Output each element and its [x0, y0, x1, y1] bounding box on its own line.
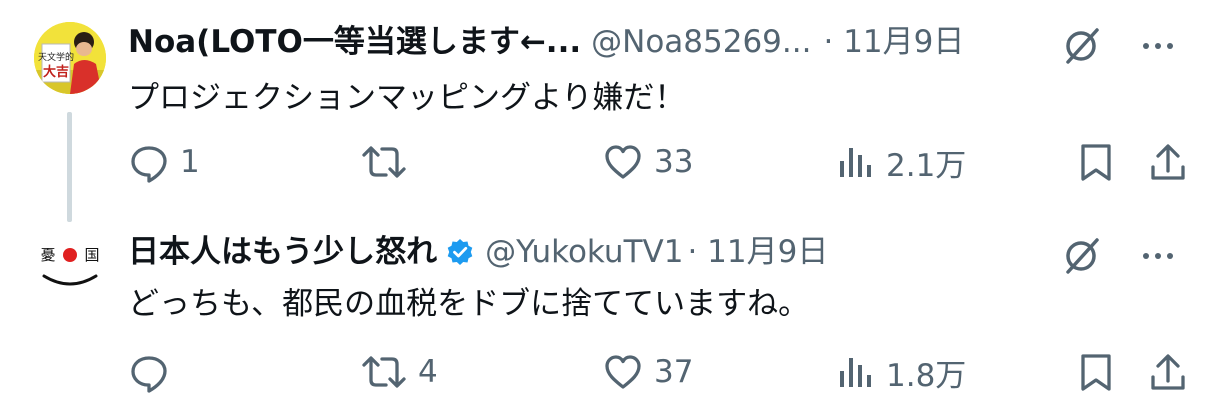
share-button[interactable]	[1148, 140, 1188, 184]
avatar[interactable]: 憂 国	[34, 230, 106, 302]
share-icon	[1151, 144, 1185, 180]
views-count: 2.1万	[886, 147, 967, 184]
grok-icon[interactable]	[1060, 24, 1104, 72]
avatar-image: 天文学的 大吉	[34, 22, 106, 94]
user-handle[interactable]: @YukokuTV1	[485, 232, 683, 272]
more-icon[interactable]	[1140, 28, 1176, 68]
more-icon[interactable]	[1140, 238, 1176, 278]
thread-line	[67, 112, 72, 222]
bookmark-button[interactable]	[1076, 350, 1116, 394]
like-button[interactable]: 37	[602, 350, 693, 394]
user-handle[interactable]: @Noa85269...	[591, 22, 811, 62]
avatar[interactable]: 天文学的 大吉	[34, 22, 106, 94]
like-icon	[605, 355, 641, 389]
retweet-button[interactable]	[360, 140, 418, 184]
tweet-text: プロジェクションマッピングより嫌だ！	[128, 80, 686, 116]
tweet-actions: 1 33 2.1万	[128, 140, 1185, 184]
retweet-icon	[362, 356, 406, 388]
tweet-date[interactable]: · 11月9日	[687, 232, 828, 272]
tweet-date[interactable]: · 11月9日	[823, 22, 964, 62]
avatar-image: 憂 国	[34, 230, 106, 302]
tweet[interactable]: 天文学的 大吉 Noa(LOTO一等当選します←... @Noa85269...…	[0, 0, 1224, 222]
like-count: 37	[654, 354, 694, 390]
reply-icon	[131, 356, 167, 393]
tweet-top-actions	[1060, 24, 1176, 72]
views-button[interactable]: 2.1万	[836, 140, 966, 184]
retweet-icon	[362, 146, 406, 178]
views-icon	[840, 358, 871, 387]
svg-text:大吉: 大吉	[43, 64, 69, 80]
reply-button[interactable]	[128, 350, 180, 394]
tweet-actions: 4 37 1.8万	[128, 350, 1185, 394]
display-name[interactable]: Noa(LOTO一等当選します←...	[128, 22, 581, 62]
tweet-header: 日本人はもう少し怒れ @YukokuTV1 · 11月9日	[128, 232, 828, 272]
tweet[interactable]: 憂 国 日本人はもう少し怒れ @YukokuTV1 · 11月9日 どっちも、都…	[0, 212, 1224, 416]
views-button[interactable]: 1.8万	[836, 350, 966, 394]
views-count: 1.8万	[886, 357, 967, 394]
like-count: 33	[654, 144, 694, 180]
svg-text:国: 国	[84, 246, 99, 264]
reply-button[interactable]: 1	[128, 140, 200, 184]
verified-icon[interactable]	[445, 237, 475, 267]
tweet-top-actions	[1060, 234, 1176, 282]
reply-count: 1	[180, 144, 200, 180]
grok-icon[interactable]	[1060, 234, 1104, 282]
share-button[interactable]	[1148, 350, 1188, 394]
views-icon	[840, 148, 871, 177]
svg-text:天文学的: 天文学的	[38, 51, 74, 63]
bookmark-button[interactable]	[1076, 140, 1116, 184]
retweet-count: 4	[418, 354, 438, 390]
svg-text:憂: 憂	[40, 246, 55, 264]
reply-icon	[131, 146, 167, 183]
tweet-text: どっちも、都民の血税をドブに捨てていますね。	[128, 286, 810, 322]
like-icon	[605, 145, 641, 179]
like-button[interactable]: 33	[602, 140, 693, 184]
bookmark-icon	[1081, 354, 1111, 391]
bookmark-icon	[1081, 144, 1111, 181]
display-name[interactable]: 日本人はもう少し怒れ	[128, 232, 437, 272]
retweet-button[interactable]: 4	[360, 350, 438, 394]
tweet-header: Noa(LOTO一等当選します←... @Noa85269... · 11月9日	[128, 22, 964, 62]
share-icon	[1151, 354, 1185, 390]
